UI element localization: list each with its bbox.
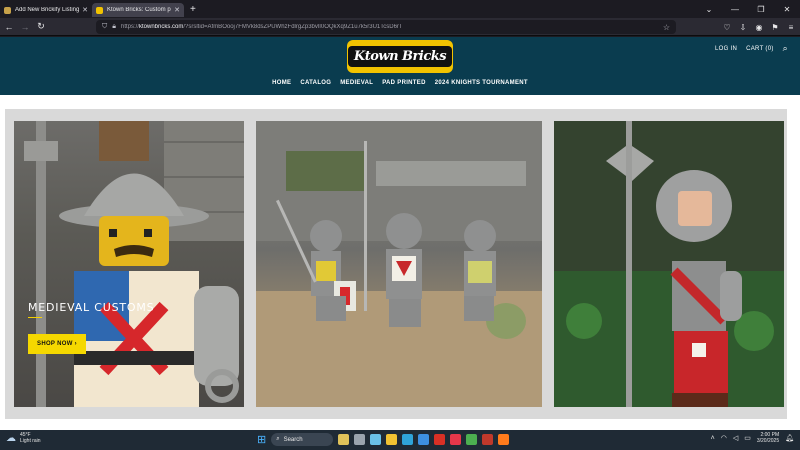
- battery-icon[interactable]: ▭: [744, 434, 751, 442]
- file-explorer-icon[interactable]: [386, 434, 398, 445]
- forward-icon[interactable]: →: [18, 22, 32, 32]
- site-logo[interactable]: Ktown Bricks: [347, 40, 453, 73]
- rain-cloud-icon: ☁: [6, 432, 16, 444]
- brickify-favicon-icon: [4, 6, 11, 14]
- url-text: https://ktownbricks.com/?srsltid=AfmBOoo…: [120, 24, 403, 30]
- app-diamond-icon[interactable]: [450, 434, 462, 445]
- knight-helmet-illustration: [24, 121, 244, 407]
- halberd-knight-illustration: [554, 121, 784, 407]
- logo-text: Ktown Bricks: [347, 46, 453, 67]
- volume-icon[interactable]: ◁: [733, 434, 738, 442]
- firefox-icon[interactable]: [498, 434, 510, 445]
- tab-bar: Add New Brickify Listing ✕ Ktown Bricks:…: [0, 0, 800, 18]
- hero-title: MEDIEVAL CUSTOMS: [28, 301, 155, 314]
- back-icon[interactable]: ←: [2, 22, 16, 32]
- web-page: Ktown Bricks LOG IN CART (0) ⌕ HOME CATA…: [0, 37, 800, 430]
- extensions-icon[interactable]: ⚑: [770, 23, 780, 32]
- windows-start-icon[interactable]: ⊞: [257, 433, 266, 446]
- nav-medieval[interactable]: MEDIEVAL: [340, 80, 373, 86]
- tab-list-icon[interactable]: ⌄: [696, 5, 722, 14]
- search-icon: ⌕: [276, 436, 280, 442]
- hero-image-halberd-knight[interactable]: [554, 121, 784, 407]
- clock[interactable]: 2:00 PM 3/20/2025: [757, 432, 779, 444]
- hero-image-three-knights[interactable]: [256, 121, 542, 407]
- lock-icon[interactable]: 🔒︎: [112, 23, 116, 31]
- hero-title-underline: [28, 317, 42, 318]
- toolbar-right: ♡ ⇩ ◉ ⚑ ≡: [722, 18, 796, 36]
- new-tab-icon[interactable]: +: [190, 4, 196, 15]
- header-actions: LOG IN CART (0) ⌕: [715, 43, 788, 54]
- navigation-toolbar: ← → ↻ ⛉ 🔒︎ https://ktownbricks.com/?srsl…: [0, 18, 800, 36]
- tab-title: Add New Brickify Listing: [15, 7, 80, 13]
- copilot-icon[interactable]: [370, 434, 382, 445]
- wifi-icon[interactable]: ◠: [721, 434, 727, 442]
- star-icon[interactable]: ☆: [663, 23, 670, 32]
- search-label: Search: [283, 436, 303, 443]
- shop-now-button[interactable]: SHOP NOW ›: [28, 334, 86, 354]
- system-tray: ˄ ◠ ◁ ▭ 2:00 PM 3/20/2025 🔔︎: [711, 432, 794, 444]
- tab-ktownbricks[interactable]: Ktown Bricks: Custom printed L ✕: [92, 3, 184, 17]
- cart-link[interactable]: CART (0): [746, 46, 774, 52]
- address-bar[interactable]: ⛉ 🔒︎ https://ktownbricks.com/?srsltid=Af…: [96, 20, 676, 34]
- taskbar-search[interactable]: ⌕ Search: [271, 433, 334, 446]
- three-knights-illustration: [256, 121, 542, 407]
- site-header: Ktown Bricks LOG IN CART (0) ⌕ HOME CATA…: [0, 37, 800, 95]
- weather-desc: Light rain: [20, 438, 41, 444]
- hero-gallery: MEDIEVAL CUSTOMS SHOP NOW ›: [5, 109, 787, 419]
- task-view-icon[interactable]: [354, 434, 366, 445]
- shield-icon[interactable]: ⛉: [102, 23, 107, 31]
- app-red-icon[interactable]: [434, 434, 446, 445]
- close-tab-icon[interactable]: ✕: [82, 6, 88, 14]
- store-icon[interactable]: [418, 434, 430, 445]
- nav-pad-printed[interactable]: PAD PRINTED: [382, 80, 426, 86]
- widgets-icon[interactable]: [338, 434, 350, 445]
- download-icon[interactable]: ⇩: [738, 23, 748, 32]
- main-navigation: HOME CATALOG MEDIEVAL PAD PRINTED 2024 K…: [0, 80, 800, 86]
- hero-text: MEDIEVAL CUSTOMS: [28, 301, 154, 318]
- pocket-icon[interactable]: ♡: [722, 23, 732, 32]
- chevron-right-icon: ›: [74, 341, 77, 347]
- tab-title: Ktown Bricks: Custom printed L: [107, 7, 171, 13]
- taskbar-apps: ⊞ ⌕ Search: [257, 433, 510, 446]
- clock-date: 3/20/2025: [756, 438, 780, 444]
- account-icon[interactable]: ◉: [754, 23, 764, 32]
- shop-now-label: SHOP NOW: [37, 341, 73, 347]
- edge-icon[interactable]: [402, 434, 414, 445]
- windows-taskbar: ☁ 45°F Light rain ⊞ ⌕ Search ˄ ◠ ◁ ▭ 2:0…: [0, 430, 800, 450]
- tab-brickify[interactable]: Add New Brickify Listing ✕: [0, 3, 92, 17]
- menu-icon[interactable]: ≡: [786, 23, 796, 32]
- weather-widget[interactable]: ☁ 45°F Light rain: [6, 432, 41, 444]
- login-link[interactable]: LOG IN: [715, 46, 737, 52]
- close-tab-icon[interactable]: ✕: [174, 6, 180, 14]
- nav-catalog[interactable]: CATALOG: [300, 80, 331, 86]
- ktown-favicon-icon: [96, 6, 103, 14]
- chevron-up-icon[interactable]: ˄: [711, 435, 715, 442]
- minimize-icon[interactable]: —: [722, 5, 748, 14]
- app-mask-icon[interactable]: [482, 434, 494, 445]
- close-window-icon[interactable]: ✕: [774, 5, 800, 14]
- nav-home[interactable]: HOME: [272, 80, 291, 86]
- restore-icon[interactable]: ❐: [748, 5, 774, 14]
- hero-image-knight-helmet[interactable]: [14, 121, 244, 407]
- chrome-icon[interactable]: [466, 434, 478, 445]
- nav-knights-tournament[interactable]: 2024 KNIGHTS TOURNAMENT: [435, 80, 528, 86]
- notification-bell-icon[interactable]: 🔔︎: [785, 434, 794, 442]
- reload-icon[interactable]: ↻: [34, 21, 48, 32]
- window-controls: ⌄ — ❐ ✕: [696, 0, 800, 18]
- search-icon[interactable]: ⌕: [783, 43, 788, 54]
